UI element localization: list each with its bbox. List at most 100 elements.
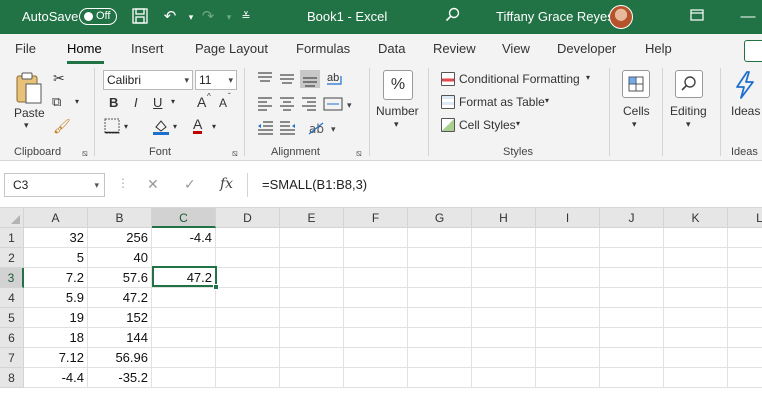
conditional-formatting-button[interactable]: Conditional Formatting	[459, 72, 580, 86]
paste-label[interactable]: Paste	[14, 106, 45, 120]
cell-a7[interactable]: 7.12	[24, 348, 88, 368]
copy-dropdown-icon[interactable]: ▾	[75, 97, 79, 106]
cell-j1[interactable]	[600, 228, 664, 248]
cell-g1[interactable]	[408, 228, 472, 248]
cell-b7[interactable]: 56.96	[88, 348, 152, 368]
fill-color-dropdown-icon[interactable]: ▾	[173, 122, 177, 131]
cell-b6[interactable]: 144	[88, 328, 152, 348]
cell-d8[interactable]	[216, 368, 280, 388]
format-as-table-dropdown-icon[interactable]: ▾	[545, 96, 549, 105]
redo-icon[interactable]: ↷	[198, 7, 218, 27]
horizontal-align-icons[interactable]: ▾	[257, 96, 365, 112]
cell-a6[interactable]: 18	[24, 328, 88, 348]
cell-d6[interactable]	[216, 328, 280, 348]
cell-c1[interactable]: -4.4	[152, 228, 216, 248]
cell-k1[interactable]	[664, 228, 728, 248]
font-color-dropdown-icon[interactable]: ▾	[212, 122, 216, 131]
cell-l7[interactable]	[728, 348, 762, 368]
select-all-button[interactable]	[0, 208, 24, 228]
copy-icon[interactable]: ⧉	[52, 94, 61, 110]
cell-l8[interactable]	[728, 368, 762, 388]
cells-icon[interactable]	[622, 70, 650, 98]
cell-d4[interactable]	[216, 288, 280, 308]
cut-icon[interactable]: ✂	[53, 70, 65, 87]
cell-c7[interactable]	[152, 348, 216, 368]
save-icon[interactable]	[130, 7, 150, 27]
cell-h4[interactable]	[472, 288, 536, 308]
row-header-5[interactable]: 5	[0, 308, 24, 328]
cell-k3[interactable]	[664, 268, 728, 288]
cell-b5[interactable]: 152	[88, 308, 152, 328]
shrink-font-button[interactable]: A	[219, 96, 227, 110]
cell-f1[interactable]	[344, 228, 408, 248]
cell-k5[interactable]	[664, 308, 728, 328]
format-painter-icon[interactable]: 🖌	[53, 118, 71, 135]
cell-i3[interactable]	[536, 268, 600, 288]
cell-f5[interactable]	[344, 308, 408, 328]
cell-d2[interactable]	[216, 248, 280, 268]
cell-f4[interactable]	[344, 288, 408, 308]
cell-j6[interactable]	[600, 328, 664, 348]
column-header-c[interactable]: C	[152, 208, 216, 228]
font-launcher-icon[interactable]: ⧅	[232, 148, 238, 159]
cell-e3[interactable]	[280, 268, 344, 288]
cell-d7[interactable]	[216, 348, 280, 368]
cells-dropdown-icon[interactable]: ▾	[632, 119, 637, 130]
cell-a8[interactable]: -4.4	[24, 368, 88, 388]
cell-c4[interactable]	[152, 288, 216, 308]
autosave-toggle[interactable]: Off	[79, 8, 117, 25]
row-header-3[interactable]: 3	[0, 268, 24, 288]
cell-j8[interactable]	[600, 368, 664, 388]
cell-d5[interactable]	[216, 308, 280, 328]
cell-h5[interactable]	[472, 308, 536, 328]
cell-a4[interactable]: 5.9	[24, 288, 88, 308]
cell-g5[interactable]	[408, 308, 472, 328]
cell-g7[interactable]	[408, 348, 472, 368]
column-header-d[interactable]: D	[216, 208, 280, 228]
cell-j7[interactable]	[600, 348, 664, 368]
cell-g3[interactable]	[408, 268, 472, 288]
enter-icon[interactable]: ✓	[184, 176, 196, 193]
cell-g2[interactable]	[408, 248, 472, 268]
tab-home[interactable]: Home	[67, 41, 102, 56]
cell-e5[interactable]	[280, 308, 344, 328]
cell-l4[interactable]	[728, 288, 762, 308]
cell-i7[interactable]	[536, 348, 600, 368]
cell-styles-dropdown-icon[interactable]: ▾	[516, 119, 520, 128]
customize-toolbar-icon[interactable]: ≚	[236, 7, 256, 27]
column-header-i[interactable]: I	[536, 208, 600, 228]
bold-button[interactable]: B	[109, 95, 118, 110]
row-header-6[interactable]: 6	[0, 328, 24, 348]
lightning-icon[interactable]	[733, 70, 757, 100]
cells-label[interactable]: Cells	[623, 104, 650, 118]
font-size-select[interactable]: 11 ▾	[195, 70, 237, 90]
underline-button[interactable]: U	[153, 95, 162, 110]
cell-k6[interactable]	[664, 328, 728, 348]
name-box[interactable]: C3 ▾	[4, 173, 105, 197]
cell-l1[interactable]	[728, 228, 762, 248]
cell-e6[interactable]	[280, 328, 344, 348]
cell-i6[interactable]	[536, 328, 600, 348]
cell-j4[interactable]	[600, 288, 664, 308]
cell-b2[interactable]: 40	[88, 248, 152, 268]
row-header-1[interactable]: 1	[0, 228, 24, 248]
cell-l2[interactable]	[728, 248, 762, 268]
tab-file[interactable]: File	[15, 41, 36, 56]
tab-developer[interactable]: Developer	[557, 41, 616, 56]
avatar[interactable]	[609, 5, 633, 29]
font-color-button[interactable]: A	[193, 117, 203, 134]
cell-h3[interactable]	[472, 268, 536, 288]
tab-insert[interactable]: Insert	[131, 41, 164, 56]
drag-handle-icon[interactable]: ⋮	[117, 176, 129, 190]
format-as-table-button[interactable]: Format as Table	[459, 95, 545, 109]
cell-b1[interactable]: 256	[88, 228, 152, 248]
cell-e2[interactable]	[280, 248, 344, 268]
cell-e1[interactable]	[280, 228, 344, 248]
cell-e8[interactable]	[280, 368, 344, 388]
number-label[interactable]: Number	[376, 104, 419, 118]
cell-f7[interactable]	[344, 348, 408, 368]
cell-a2[interactable]: 5	[24, 248, 88, 268]
minimize-icon[interactable]: —	[738, 7, 758, 27]
ribbon-display-icon[interactable]	[687, 7, 707, 27]
cell-i5[interactable]	[536, 308, 600, 328]
